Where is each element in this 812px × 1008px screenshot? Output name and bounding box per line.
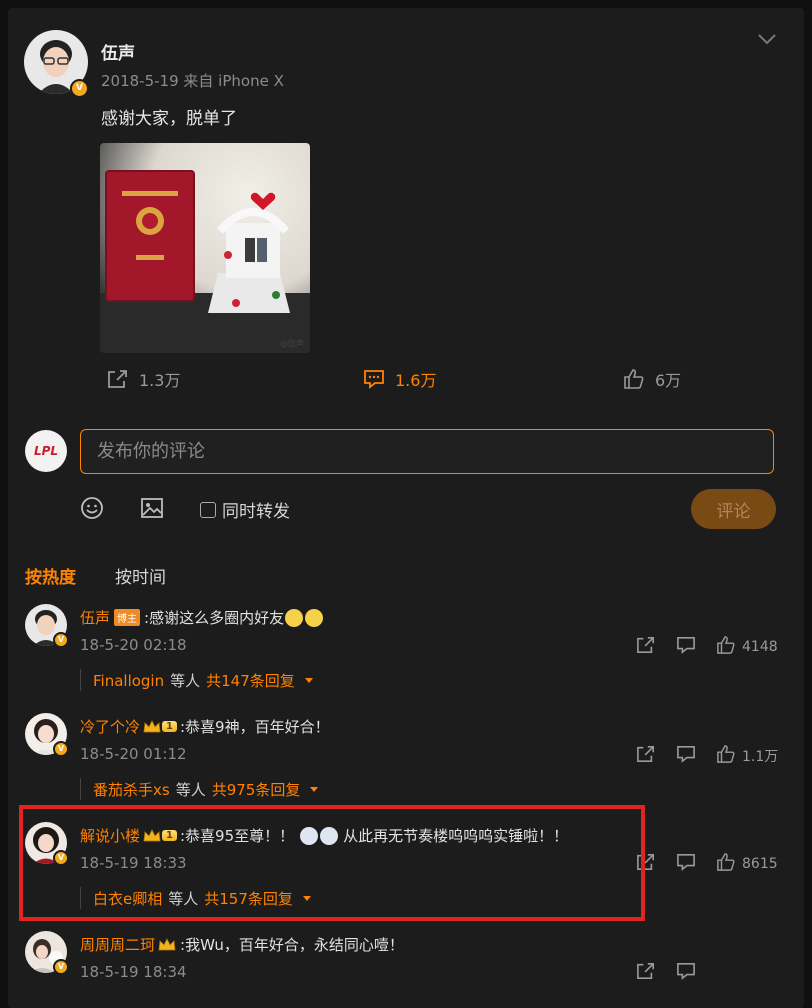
post-photo[interactable]: @伍声 (100, 143, 310, 353)
current-user-avatar[interactable]: LPL (25, 430, 67, 472)
comment-icon[interactable] (676, 853, 696, 875)
share-icon[interactable] (636, 745, 656, 767)
laughing-emoji-icon (285, 608, 304, 627)
emoji-icon[interactable] (80, 496, 104, 524)
reply-name[interactable]: 番茄杀手xs (93, 779, 170, 800)
like-count: 6万 (655, 371, 682, 390)
comment-icon[interactable] (676, 745, 696, 767)
like-button[interactable]: 1.1万 (716, 745, 778, 767)
comment-line: 冷了个冷 1 :恭喜9神，百年好合！ (80, 716, 330, 737)
reply-divider (80, 778, 81, 800)
repost-checkbox-group[interactable]: 同时转发 (200, 497, 290, 522)
caret-down-icon[interactable] (310, 787, 319, 792)
comment-text: :恭喜9神，百年好合！ (179, 718, 330, 736)
comment-actions (636, 962, 656, 984)
reply-count[interactable]: 共147条回复 (206, 670, 295, 691)
reply-mid: 等人 (175, 781, 206, 799)
lpl-logo: LPL (33, 444, 59, 458)
chevron-down-icon[interactable] (758, 30, 776, 49)
repost-checkbox[interactable] (200, 501, 216, 518)
like-count: 8615 (742, 856, 778, 872)
comment-author[interactable]: 伍声 (80, 607, 110, 628)
comment-count: 1.6万 (395, 371, 437, 390)
comment-icon[interactable] (676, 636, 696, 658)
comment-author[interactable]: 冷了个冷 (80, 716, 140, 737)
thumbs-up-icon (716, 745, 736, 767)
host-badge: 博主 (114, 609, 141, 626)
reply-summary[interactable]: Finallogin 等人 共147条回复 (93, 670, 313, 691)
reply-mid: 等人 (170, 672, 201, 690)
reply-count[interactable]: 共975条回复 (212, 779, 301, 800)
comment-input-box[interactable] (80, 429, 774, 474)
thumbs-up-icon (624, 369, 644, 389)
verified-badge-icon: V (53, 959, 69, 975)
like-button[interactable]: 8615 (716, 853, 778, 875)
highlight-box (19, 805, 645, 921)
verified-badge-icon: V (53, 632, 69, 648)
reply-name[interactable]: Finallogin (93, 672, 164, 690)
comment-time: 18-5-20 01:12 (80, 745, 187, 763)
comment-time: 18-5-20 02:18 (80, 636, 187, 654)
share-icon (108, 370, 127, 388)
comment-text: :我Wu，百年好合，永结同心噎！ (180, 936, 404, 954)
tab-time[interactable]: 按时间 (115, 563, 166, 588)
reply-divider (80, 669, 81, 691)
share-icon[interactable] (636, 962, 656, 984)
comment-actions (676, 745, 696, 767)
comment-actions (636, 636, 656, 658)
photo-watermark: @伍声 (280, 339, 304, 348)
comment-actions (636, 745, 656, 767)
like-button[interactable]: 4148 (716, 636, 778, 658)
like-count: 1.1万 (742, 749, 779, 765)
crying-emoji-icon (305, 608, 324, 627)
comment-author[interactable]: 周周周二珂 (80, 934, 155, 955)
comment-text: :感谢这么多圈内好友 (144, 609, 285, 627)
vip-crown-icon (158, 937, 176, 952)
thumbs-up-icon (716, 853, 736, 875)
like-action[interactable]: 6万 (623, 367, 681, 391)
comment-actions (676, 962, 696, 984)
comment-actions (676, 853, 696, 875)
reply-summary[interactable]: 番茄杀手xs 等人 共975条回复 (93, 779, 319, 800)
post-meta: 2018-5-19 来自 iPhone X (101, 72, 284, 90)
comment-icon[interactable] (676, 962, 696, 984)
post-author[interactable]: 伍声 (101, 39, 135, 64)
comment-line: 周周周二珂 :我Wu，百年好合，永结同心噎！ (80, 934, 404, 955)
comment-action[interactable]: 1.6万 (363, 367, 436, 391)
like-count: 4148 (742, 639, 778, 655)
marriage-certificate-image (100, 170, 310, 353)
thumbs-up-icon (716, 636, 736, 658)
vip-crown-icon: 1 (143, 719, 177, 734)
image-icon[interactable] (140, 496, 164, 524)
post-text: 感谢大家，脱单了 (101, 109, 237, 129)
comment-line: 伍声 博主 :感谢这么多圈内好友 (80, 607, 324, 628)
share-action[interactable]: 1.3万 (107, 367, 180, 391)
verified-badge-icon: V (53, 741, 69, 757)
vip-level: 1 (162, 721, 177, 732)
caret-down-icon[interactable] (304, 678, 313, 683)
share-count: 1.3万 (139, 371, 181, 390)
tab-hot[interactable]: 按热度 (25, 563, 76, 588)
comment-input[interactable] (95, 440, 759, 463)
verified-badge-icon: V (70, 79, 89, 98)
repost-label: 同时转发 (222, 502, 290, 522)
submit-comment-button[interactable]: 评论 (691, 489, 776, 529)
comment-time: 18-5-19 18:34 (80, 963, 187, 981)
comment-icon (364, 370, 384, 389)
share-icon[interactable] (636, 636, 656, 658)
comment-actions (676, 636, 696, 658)
